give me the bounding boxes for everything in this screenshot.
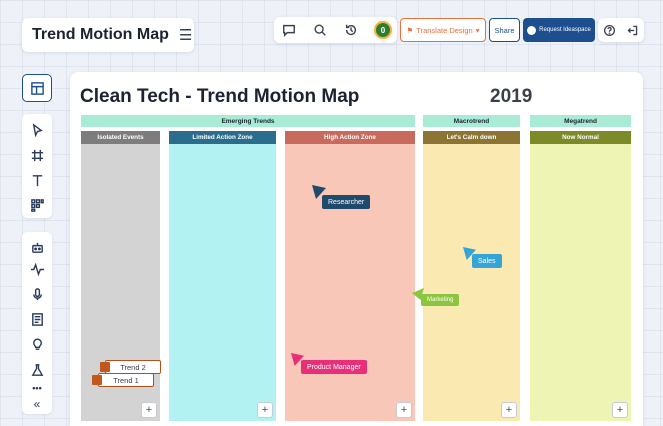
trend-document-icon bbox=[92, 375, 102, 385]
column-body: + bbox=[285, 144, 415, 421]
category-megatrend: Megatrend bbox=[530, 115, 631, 127]
hamburger-menu-icon[interactable]: ☰ bbox=[179, 26, 192, 44]
chevron-down-icon: ▾ bbox=[475, 25, 480, 35]
trend-label: Trend 1 bbox=[113, 375, 139, 385]
lightbulb-icon[interactable] bbox=[22, 331, 52, 357]
tag-researcher[interactable]: Researcher bbox=[322, 195, 371, 209]
add-item-button[interactable]: + bbox=[257, 402, 273, 418]
request-ideaspace-button[interactable]: Request Ideaspace bbox=[523, 18, 595, 42]
translate-design-button[interactable]: ⚑ Translate Design ▾ bbox=[400, 18, 486, 42]
trend-card[interactable]: Trend 1 bbox=[98, 373, 154, 387]
translate-label: Translate Design bbox=[416, 25, 473, 35]
tag-product-manager[interactable]: Product Manager bbox=[301, 360, 367, 374]
pointer-icon[interactable] bbox=[22, 117, 52, 143]
column-header: Now Normal bbox=[530, 131, 631, 144]
more-label: ••• bbox=[32, 383, 42, 393]
column-header: High Action Zone bbox=[285, 131, 415, 144]
more-icon[interactable]: ••• bbox=[22, 380, 52, 396]
category-emerging-trends: Emerging Trends bbox=[81, 115, 415, 127]
history-icon[interactable] bbox=[342, 21, 360, 39]
column-header: Limited Action Zone bbox=[169, 131, 276, 144]
column-header: Let's Calm down bbox=[423, 131, 520, 144]
document-icon[interactable] bbox=[22, 306, 52, 332]
add-item-button[interactable]: + bbox=[141, 402, 157, 418]
trend-document-icon bbox=[100, 362, 110, 372]
column-body: + bbox=[423, 144, 520, 421]
frame-icon[interactable] bbox=[22, 142, 52, 168]
request-label: Request Ideaspace bbox=[539, 27, 591, 33]
column-header: Isolated Events bbox=[81, 131, 160, 144]
map-year: 2019 bbox=[490, 86, 533, 107]
column-body: + bbox=[530, 144, 631, 421]
app-title: Trend Motion Map bbox=[32, 26, 169, 43]
map-title: Clean Tech - Trend Motion Map bbox=[80, 86, 360, 107]
column-body: + bbox=[169, 144, 276, 421]
comment-icon[interactable] bbox=[280, 21, 298, 39]
trend-label: Trend 2 bbox=[120, 362, 146, 372]
top-right-toolbar bbox=[598, 18, 644, 42]
trend-card[interactable]: Trend 2 bbox=[105, 360, 161, 374]
translate-icon: ⚑ bbox=[406, 25, 414, 35]
add-item-button[interactable]: + bbox=[396, 402, 412, 418]
column-now-normal: Now Normal + bbox=[530, 131, 631, 421]
user-avatar[interactable]: 0 bbox=[374, 21, 392, 39]
add-item-button[interactable]: + bbox=[612, 402, 628, 418]
share-button[interactable]: Share bbox=[489, 18, 520, 42]
ideaspace-icon bbox=[527, 25, 537, 35]
help-icon[interactable] bbox=[601, 21, 619, 39]
column-high-action-zone: High Action Zone + bbox=[285, 131, 415, 421]
grid-icon[interactable] bbox=[22, 192, 52, 218]
exit-icon[interactable] bbox=[624, 21, 642, 39]
search-icon[interactable] bbox=[311, 21, 329, 39]
microphone-icon[interactable] bbox=[22, 281, 52, 307]
title-card: Trend Motion Map ☰ bbox=[22, 18, 194, 52]
column-limited-action-zone: Limited Action Zone + bbox=[169, 131, 276, 421]
column-lets-calm-down: Let's Calm down + bbox=[423, 131, 520, 421]
collapse-icon[interactable]: « bbox=[22, 396, 52, 412]
add-item-button[interactable]: + bbox=[501, 402, 517, 418]
category-macrotrend: Macrotrend bbox=[423, 115, 520, 127]
tag-marketing[interactable]: Marketing bbox=[421, 294, 460, 306]
tag-sales[interactable]: Sales bbox=[472, 254, 502, 268]
pulse-icon[interactable] bbox=[22, 256, 52, 282]
collapse-label: « bbox=[33, 397, 41, 411]
user-initial: 0 bbox=[380, 25, 386, 35]
text-icon[interactable] bbox=[22, 167, 52, 193]
share-label: Share bbox=[494, 25, 515, 35]
layout-icon[interactable] bbox=[22, 74, 52, 102]
